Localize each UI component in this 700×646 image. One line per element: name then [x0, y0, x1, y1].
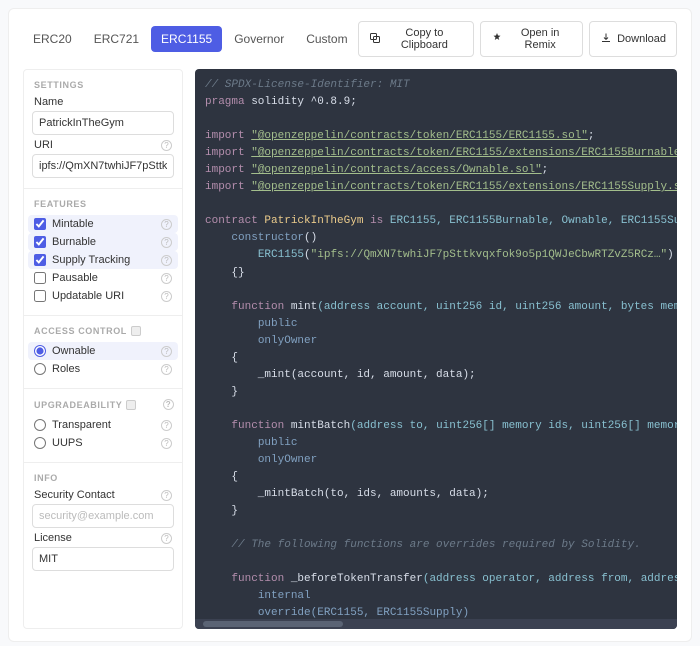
- access-ownable[interactable]: Ownable?: [28, 342, 178, 360]
- checkbox[interactable]: [34, 236, 46, 248]
- tab-erc20[interactable]: ERC20: [23, 26, 82, 52]
- copy-clipboard-button[interactable]: Copy to Clipboard: [358, 21, 475, 57]
- open-remix-button[interactable]: Open in Remix: [480, 21, 583, 57]
- feature-pausable[interactable]: Pausable?: [32, 269, 174, 287]
- feature-updatable-uri[interactable]: Updatable URI?: [32, 287, 174, 305]
- help-icon[interactable]: ?: [161, 533, 172, 544]
- security-label: Security Contact?: [34, 489, 172, 501]
- horizontal-scrollbar[interactable]: [195, 619, 677, 629]
- checkbox[interactable]: [34, 272, 46, 284]
- download-icon: [600, 32, 612, 47]
- feature-mintable[interactable]: Mintable?: [28, 215, 178, 233]
- help-icon[interactable]: ?: [161, 438, 172, 449]
- radio[interactable]: [34, 437, 46, 449]
- section-features: FEATURES: [34, 199, 174, 209]
- help-icon[interactable]: ?: [161, 219, 172, 230]
- help-icon[interactable]: ?: [163, 399, 174, 410]
- upgrade-label: UUPS: [52, 437, 83, 449]
- upgrade-label: Transparent: [52, 419, 111, 431]
- upgrade-toggle-icon: [126, 400, 136, 410]
- help-icon[interactable]: ?: [161, 420, 172, 431]
- access-toggle-icon: [131, 326, 141, 336]
- help-icon[interactable]: ?: [161, 273, 172, 284]
- remix-label: Open in Remix: [508, 27, 572, 51]
- help-icon[interactable]: ?: [161, 346, 172, 357]
- topbar: ERC20ERC721ERC1155GovernorCustom Copy to…: [23, 21, 677, 57]
- security-input[interactable]: [32, 504, 174, 528]
- radio[interactable]: [34, 345, 46, 357]
- name-label: Name: [34, 96, 172, 108]
- uri-input[interactable]: [32, 154, 174, 178]
- access-label: Roles: [52, 363, 80, 375]
- code-editor[interactable]: // SPDX-License-Identifier: MIT pragma s…: [195, 69, 677, 629]
- access-roles[interactable]: Roles?: [32, 360, 174, 378]
- section-access: ACCESS CONTROL: [34, 326, 174, 336]
- uri-label: URI?: [34, 139, 172, 151]
- help-icon[interactable]: ?: [161, 291, 172, 302]
- settings-sidebar: SETTINGS Name URI? FEATURES Mintable?Bur…: [23, 69, 183, 629]
- copy-icon: [369, 32, 381, 47]
- tab-custom[interactable]: Custom: [296, 26, 357, 52]
- access-label: Ownable: [52, 345, 95, 357]
- feature-label: Burnable: [52, 236, 96, 248]
- feature-label: Supply Tracking: [52, 254, 130, 266]
- token-tabs: ERC20ERC721ERC1155GovernorCustom: [23, 26, 358, 52]
- action-buttons: Copy to Clipboard Open in Remix Download: [358, 21, 677, 57]
- copy-label: Copy to Clipboard: [386, 27, 464, 51]
- feature-label: Pausable: [52, 272, 98, 284]
- download-label: Download: [617, 33, 666, 45]
- divider: [24, 188, 182, 189]
- feature-supply-tracking[interactable]: Supply Tracking?: [28, 251, 178, 269]
- section-info: INFO: [34, 473, 174, 483]
- help-icon[interactable]: ?: [161, 255, 172, 266]
- license-input[interactable]: [32, 547, 174, 571]
- tab-erc1155[interactable]: ERC1155: [151, 26, 222, 52]
- upgrade-uups[interactable]: UUPS?: [32, 434, 174, 452]
- license-label: License?: [34, 532, 172, 544]
- checkbox[interactable]: [34, 290, 46, 302]
- divider: [24, 462, 182, 463]
- upgrade-transparent[interactable]: Transparent?: [32, 416, 174, 434]
- feature-label: Mintable: [52, 218, 94, 230]
- divider: [24, 315, 182, 316]
- section-settings: SETTINGS: [34, 80, 174, 90]
- section-upgrade: UPGRADEABILITY?: [34, 399, 174, 410]
- radio[interactable]: [34, 363, 46, 375]
- feature-label: Updatable URI: [52, 290, 124, 302]
- tab-governor[interactable]: Governor: [224, 26, 294, 52]
- download-button[interactable]: Download: [589, 21, 677, 57]
- tab-erc721[interactable]: ERC721: [84, 26, 149, 52]
- name-input[interactable]: [32, 111, 174, 135]
- feature-burnable[interactable]: Burnable?: [28, 233, 178, 251]
- help-icon[interactable]: ?: [161, 490, 172, 501]
- divider: [24, 388, 182, 389]
- checkbox[interactable]: [34, 218, 46, 230]
- help-icon[interactable]: ?: [161, 237, 172, 248]
- help-icon[interactable]: ?: [161, 364, 172, 375]
- remix-icon: [491, 32, 503, 47]
- checkbox[interactable]: [34, 254, 46, 266]
- help-icon[interactable]: ?: [161, 140, 172, 151]
- radio[interactable]: [34, 419, 46, 431]
